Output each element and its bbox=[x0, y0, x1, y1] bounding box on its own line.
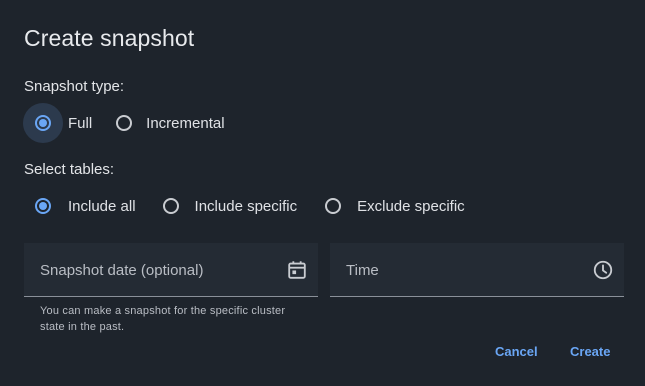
radio-full-focus-ring bbox=[23, 103, 63, 143]
time-field[interactable]: Time bbox=[330, 243, 624, 297]
radio-exclude-specific-label[interactable]: Exclude specific bbox=[357, 198, 465, 215]
radio-include-specific-label[interactable]: Include specific bbox=[195, 198, 298, 215]
radio-include-specific[interactable]: Include specific bbox=[151, 186, 298, 226]
radio-include-all[interactable]: Include all bbox=[23, 186, 136, 226]
clock-icon[interactable] bbox=[592, 259, 614, 281]
radio-exclude-specific-indicator[interactable] bbox=[325, 198, 342, 214]
radio-include-specific-focus-ring bbox=[151, 186, 191, 226]
radio-include-specific-indicator[interactable] bbox=[162, 198, 179, 214]
snapshot-date-label: Snapshot date (optional) bbox=[40, 262, 204, 279]
select-tables-label: Select tables: bbox=[24, 161, 115, 178]
radio-include-all-indicator[interactable] bbox=[35, 198, 51, 214]
cancel-button[interactable]: Cancel bbox=[491, 340, 542, 364]
radio-exclude-specific[interactable]: Exclude specific bbox=[313, 186, 465, 226]
create-snapshot-dialog: Create snapshot Snapshot type: Full Incr… bbox=[0, 0, 645, 386]
snapshot-date-hint: You can make a snapshot for the specific… bbox=[40, 305, 286, 333]
radio-include-all-dot bbox=[39, 202, 47, 210]
time-label: Time bbox=[346, 262, 379, 279]
create-button[interactable]: Create bbox=[566, 340, 614, 364]
calendar-icon[interactable] bbox=[286, 259, 308, 281]
radio-include-all-focus-ring bbox=[23, 186, 63, 226]
select-tables-radio-group: Include all Include specific Exclude spe… bbox=[23, 186, 465, 226]
snapshot-type-radio-group: Full Incremental bbox=[23, 103, 225, 143]
radio-full[interactable]: Full bbox=[23, 103, 92, 143]
radio-include-all-label[interactable]: Include all bbox=[68, 198, 136, 215]
radio-full-indicator[interactable] bbox=[35, 115, 51, 131]
radio-incremental-label[interactable]: Incremental bbox=[146, 115, 224, 132]
radio-exclude-specific-focus-ring bbox=[313, 186, 353, 226]
radio-incremental-indicator[interactable] bbox=[116, 115, 133, 131]
snapshot-type-label: Snapshot type: bbox=[24, 78, 125, 95]
radio-incremental-focus-ring bbox=[104, 103, 144, 143]
radio-full-dot bbox=[39, 119, 47, 127]
radio-full-label[interactable]: Full bbox=[68, 115, 92, 132]
snapshot-date-field[interactable]: Snapshot date (optional) bbox=[24, 243, 318, 297]
radio-incremental[interactable]: Incremental bbox=[104, 103, 225, 143]
dialog-title: Create snapshot bbox=[24, 25, 195, 51]
